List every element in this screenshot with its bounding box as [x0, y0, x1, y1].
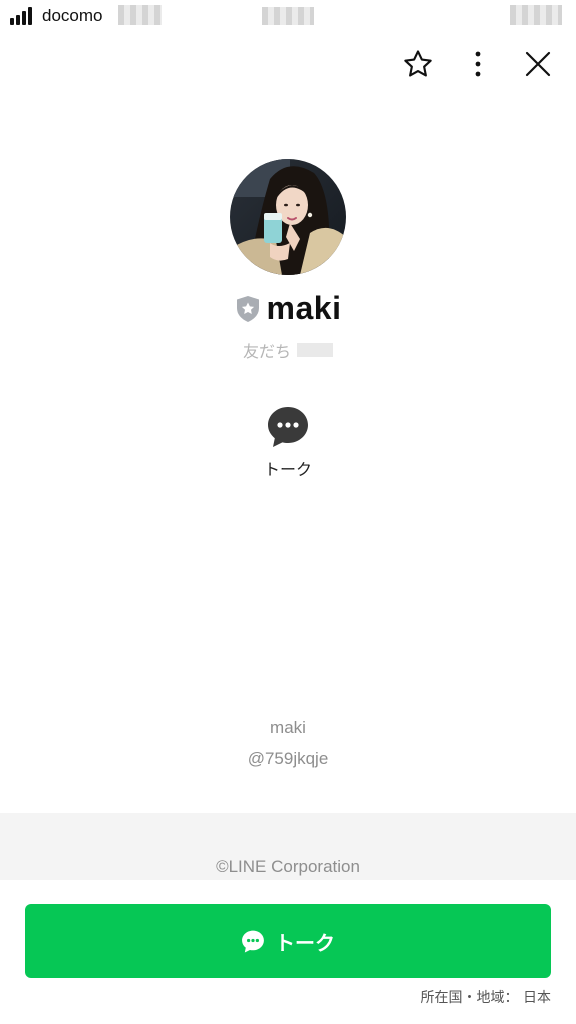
- star-outline-icon: [404, 50, 432, 77]
- redacted-relation-detail: [297, 343, 333, 357]
- region-text: 所在国・地域： 日本: [420, 990, 551, 1006]
- talk-quick-label: トーク: [263, 460, 312, 479]
- status-bar: docomo: [0, 0, 576, 34]
- user-id: @759jkqje: [247, 749, 329, 768]
- carrier-name: docomo: [42, 6, 103, 25]
- talk-quick-action[interactable]: トーク: [248, 404, 328, 484]
- relation-label: 友だち: [242, 342, 291, 361]
- more-options-button[interactable]: [458, 44, 498, 84]
- favorite-button[interactable]: [398, 44, 438, 84]
- redacted-clock: [262, 7, 314, 25]
- redacted-battery: [510, 5, 562, 25]
- profile-avatar[interactable]: [230, 159, 346, 275]
- talk-button-label: トーク: [275, 930, 335, 955]
- close-x-icon: [525, 51, 551, 77]
- signal-strength-icon: [10, 7, 36, 25]
- talk-button[interactable]: トーク: [25, 904, 551, 978]
- copyright-text: ©LINE Corporation: [216, 857, 360, 876]
- profile-name-row: maki: [0, 290, 576, 327]
- avatar-photo: [230, 159, 346, 275]
- shield-star-icon: [236, 295, 259, 322]
- relation-status: 友だち: [0, 338, 576, 362]
- close-button[interactable]: [518, 44, 558, 84]
- vertical-dots-icon: [475, 51, 481, 77]
- speech-bubble-dots-icon: [242, 930, 264, 953]
- redacted-network-indicator: [118, 5, 162, 25]
- profile-display-name: maki: [266, 290, 342, 326]
- user-name: maki: [270, 718, 306, 737]
- top-action-bar: [398, 44, 558, 84]
- speech-bubble-dots-icon: [268, 407, 308, 447]
